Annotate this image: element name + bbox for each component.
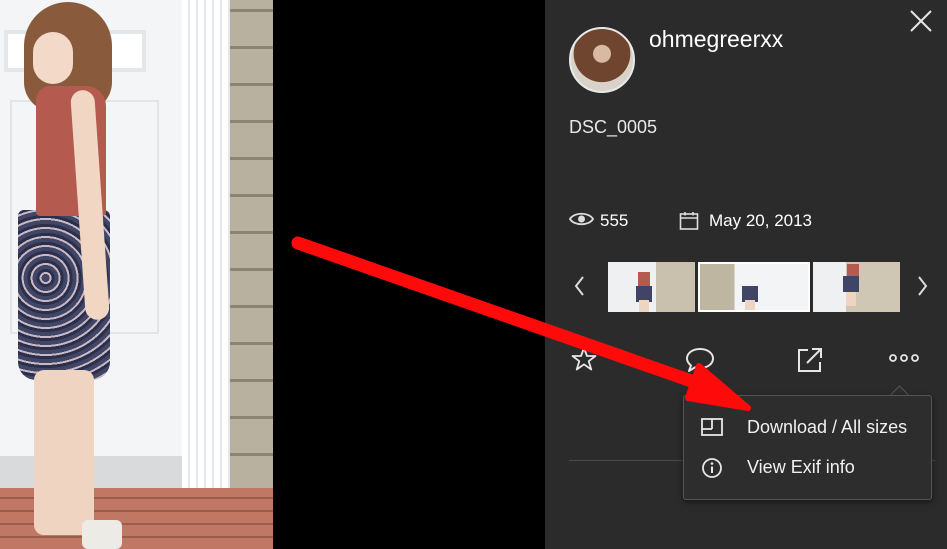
eye-icon: [569, 212, 594, 226]
filmstrip-thumbnail[interactable]: [813, 262, 900, 312]
close-icon: [910, 10, 932, 32]
calendar-icon: [679, 212, 699, 230]
filmstrip-thumbnail-selected[interactable]: [698, 262, 810, 312]
more-icon[interactable]: [888, 350, 920, 366]
chevron-left-icon[interactable]: [573, 275, 587, 297]
download-sizes-icon: [701, 418, 723, 436]
share-icon[interactable]: [796, 346, 824, 374]
menu-item-download-all-sizes[interactable]: Download / All sizes: [684, 408, 931, 448]
photo-subject-sock: [82, 520, 122, 549]
photo-stone-wall: [230, 0, 273, 490]
thumb-figure: [846, 292, 856, 306]
thumb-figure: [745, 300, 755, 310]
menu-item-label: Download / All sizes: [747, 417, 908, 437]
photo-door-frame: [182, 0, 230, 490]
avatar[interactable]: [569, 27, 635, 93]
menu-item-view-exif[interactable]: View Exif info: [684, 448, 931, 488]
close-button[interactable]: [908, 8, 934, 34]
upload-date: May 20, 2013: [709, 211, 813, 230]
more-options-menu: Download / All sizes View Exif info: [683, 395, 932, 500]
star-icon[interactable]: [571, 346, 597, 372]
comment-icon[interactable]: [685, 346, 715, 374]
photo-title: DSC_0005: [569, 117, 658, 137]
thumb-figure: [639, 300, 649, 312]
info-icon: [702, 458, 722, 478]
photo-subject-face: [33, 32, 73, 84]
thumb-figure: [638, 272, 650, 286]
menu-item-label: View Exif info: [747, 457, 855, 477]
views-count: 555: [600, 211, 629, 230]
username-link[interactable]: ohmegreerxx: [649, 26, 783, 53]
photo-subject-legs: [34, 370, 94, 535]
filmstrip-thumbnail[interactable]: [608, 262, 695, 312]
chevron-right-icon[interactable]: [915, 275, 929, 297]
thumb-figure: [843, 276, 859, 292]
main-photo[interactable]: [0, 0, 273, 549]
